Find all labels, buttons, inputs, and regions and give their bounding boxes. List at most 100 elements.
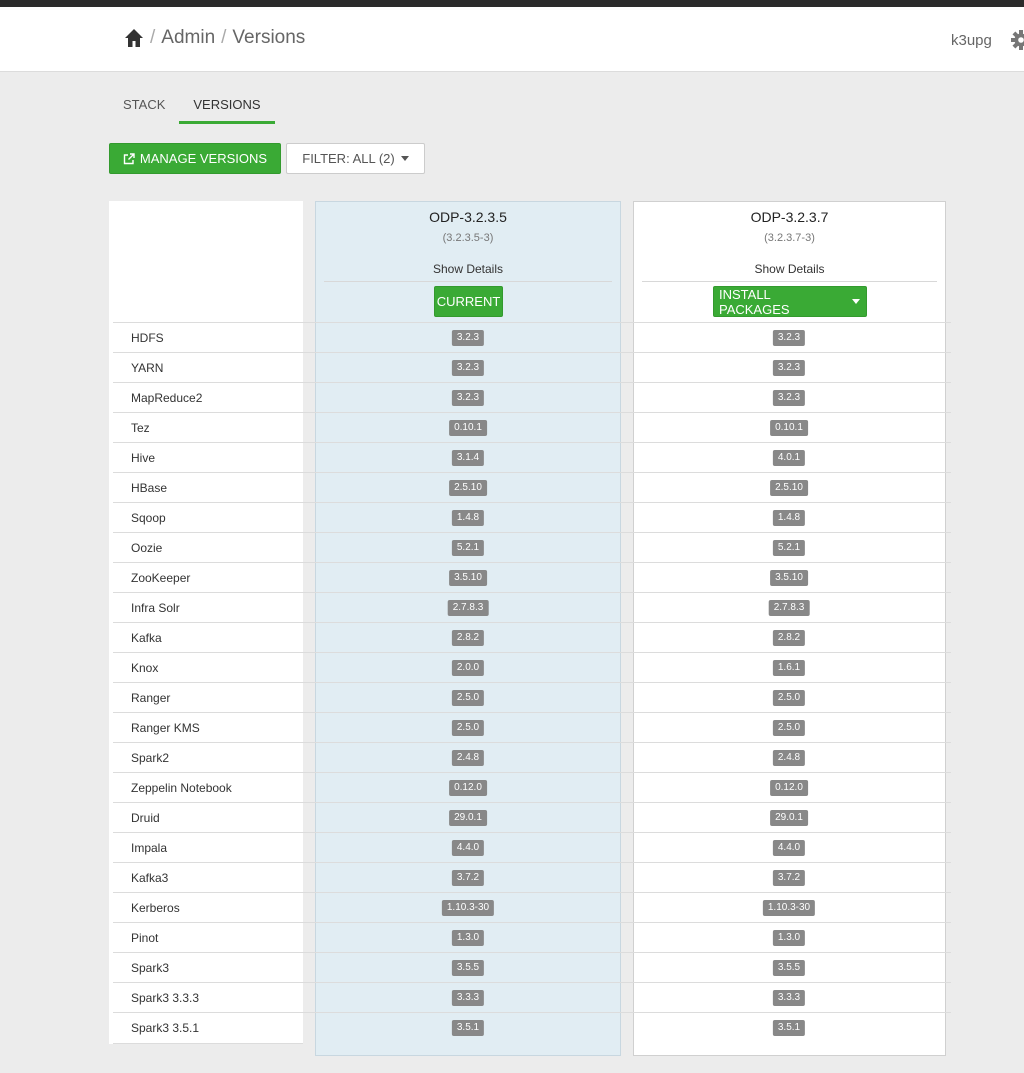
version-badge: 3.2.3 bbox=[772, 360, 806, 376]
manage-versions-label: MANAGE VERSIONS bbox=[139, 151, 268, 166]
version-badge: 0.12.0 bbox=[770, 780, 808, 796]
breadcrumb: / Admin / Versions bbox=[124, 27, 305, 49]
version-badge: 1.6.1 bbox=[772, 660, 806, 676]
version-badge: 0.10.1 bbox=[449, 420, 487, 436]
version-badge: 2.4.8 bbox=[772, 750, 806, 766]
service-name: ZooKeeper bbox=[131, 571, 191, 585]
table-row: Zeppelin Notebook 0.12.0 0.12.0 bbox=[113, 772, 951, 802]
version-badge: 5.2.1 bbox=[772, 540, 806, 556]
version-badge: 29.0.1 bbox=[449, 810, 487, 826]
service-name: Spark3 3.5.1 bbox=[131, 1021, 200, 1035]
table-row: ZooKeeper 3.5.10 3.5.10 bbox=[113, 562, 951, 592]
version-badge: 3.2.3 bbox=[451, 360, 485, 376]
divider bbox=[324, 281, 612, 282]
service-name: HDFS bbox=[131, 331, 164, 345]
service-name: Ranger bbox=[131, 691, 171, 705]
table-row: Kafka 2.8.2 2.8.2 bbox=[113, 622, 951, 652]
version-badge: 2.5.0 bbox=[772, 690, 806, 706]
user-menu[interactable]: k3upg bbox=[951, 32, 992, 49]
version-badge: 2.5.10 bbox=[770, 480, 808, 496]
home-icon[interactable] bbox=[124, 28, 144, 48]
version-badge: 3.2.3 bbox=[772, 330, 806, 346]
version-badge: 3.2.3 bbox=[772, 390, 806, 406]
breadcrumb-separator: / bbox=[221, 27, 227, 48]
table-row: Sqoop 1.4.8 1.4.8 bbox=[113, 502, 951, 532]
manage-versions-button[interactable]: MANAGE VERSIONS bbox=[109, 143, 281, 174]
current-button[interactable]: CURRENT bbox=[434, 286, 503, 317]
chevron-down-icon[interactable] bbox=[852, 299, 860, 304]
version-badge: 3.2.3 bbox=[451, 330, 485, 346]
version-badge: 2.5.0 bbox=[451, 690, 485, 706]
version-badge: 0.12.0 bbox=[449, 780, 487, 796]
table-row: Hive 3.1.4 4.0.1 bbox=[113, 442, 951, 472]
version-badge: 5.2.1 bbox=[451, 540, 485, 556]
version-badge: 4.4.0 bbox=[772, 840, 806, 856]
version-badge: 3.5.10 bbox=[449, 570, 487, 586]
table-row: Impala 4.4.0 4.4.0 bbox=[113, 832, 951, 862]
breadcrumb-versions: Versions bbox=[232, 27, 306, 48]
version-badge: 2.5.10 bbox=[449, 480, 487, 496]
table-row: Druid 29.0.1 29.0.1 bbox=[113, 802, 951, 832]
version-badge: 3.1.4 bbox=[451, 450, 485, 466]
version-name: ODP-3.2.3.7 bbox=[750, 209, 829, 225]
version-badge: 3.5.5 bbox=[772, 960, 806, 976]
service-name: Pinot bbox=[131, 931, 159, 945]
version-badge: 4.4.0 bbox=[451, 840, 485, 856]
install-packages-button[interactable]: INSTALL PACKAGES bbox=[713, 286, 867, 317]
version-badge: 1.4.8 bbox=[772, 510, 806, 526]
version-badge: 3.7.2 bbox=[451, 870, 485, 886]
version-badge: 29.0.1 bbox=[770, 810, 808, 826]
version-badge: 2.5.0 bbox=[772, 720, 806, 736]
install-packages-label: INSTALL PACKAGES bbox=[719, 286, 790, 317]
version-badge: 2.7.8.3 bbox=[768, 600, 810, 616]
table-row: Oozie 5.2.1 5.2.1 bbox=[113, 532, 951, 562]
top-strip bbox=[0, 0, 1024, 7]
table-row: Spark2 2.4.8 2.4.8 bbox=[113, 742, 951, 772]
breadcrumb-separator: / bbox=[150, 27, 156, 48]
external-link-icon bbox=[123, 152, 135, 164]
filter-dropdown[interactable]: FILTER: ALL (2) bbox=[286, 143, 425, 174]
tab-versions[interactable]: VERSIONS bbox=[179, 94, 275, 124]
version-badge: 3.5.10 bbox=[770, 570, 808, 586]
service-name: Druid bbox=[131, 811, 160, 825]
table-row: Kafka3 3.7.2 3.7.2 bbox=[113, 862, 951, 892]
filter-label: FILTER: ALL (2) bbox=[302, 151, 395, 166]
table-row: Pinot 1.3.0 1.3.0 bbox=[113, 922, 951, 952]
show-details-link[interactable]: Show Details bbox=[316, 262, 620, 276]
divider bbox=[113, 1043, 303, 1044]
service-name: Tez bbox=[131, 421, 150, 435]
version-badge: 4.0.1 bbox=[772, 450, 806, 466]
tab-stack[interactable]: STACK bbox=[109, 94, 179, 124]
version-badge: 1.3.0 bbox=[772, 930, 806, 946]
breadcrumb-admin[interactable]: Admin bbox=[161, 27, 215, 49]
service-name: MapReduce2 bbox=[131, 391, 203, 405]
version-badge: 1.10.3-30 bbox=[762, 900, 816, 916]
version-badge: 0.10.1 bbox=[770, 420, 808, 436]
table-row: Ranger 2.5.0 2.5.0 bbox=[113, 682, 951, 712]
version-badge: 2.4.8 bbox=[451, 750, 485, 766]
service-name: Infra Solr bbox=[131, 601, 180, 615]
version-badge: 3.2.3 bbox=[451, 390, 485, 406]
version-badge: 3.3.3 bbox=[451, 990, 485, 1006]
table-row: Tez 0.10.1 0.10.1 bbox=[113, 412, 951, 442]
show-details-link[interactable]: Show Details bbox=[634, 262, 945, 276]
version-badge: 3.5.1 bbox=[772, 1020, 806, 1036]
gear-icon[interactable] bbox=[1010, 29, 1024, 51]
service-name: Kafka3 bbox=[131, 871, 169, 885]
version-badge: 3.5.5 bbox=[451, 960, 485, 976]
table-row: YARN 3.2.3 3.2.3 bbox=[113, 352, 951, 382]
version-badge: 3.3.3 bbox=[772, 990, 806, 1006]
table-row: HBase 2.5.10 2.5.10 bbox=[113, 472, 951, 502]
version-badge: 2.7.8.3 bbox=[447, 600, 489, 616]
table-row: Spark3 3.5.5 3.5.5 bbox=[113, 952, 951, 982]
table-row: Infra Solr 2.7.8.3 2.7.8.3 bbox=[113, 592, 951, 622]
chevron-down-icon bbox=[400, 156, 409, 161]
divider bbox=[642, 281, 937, 282]
service-name: Ranger KMS bbox=[131, 721, 200, 735]
service-name: Hive bbox=[131, 451, 156, 465]
services-table: HDFS 3.2.3 3.2.3 YARN 3.2.3 3.2.3 MapReduce2 3.… bbox=[113, 322, 951, 1042]
service-name: YARN bbox=[131, 361, 164, 375]
version-build: (3.2.3.7-3) bbox=[764, 232, 815, 244]
table-row: Knox 2.0.0 1.6.1 bbox=[113, 652, 951, 682]
service-name: Kafka bbox=[131, 631, 162, 645]
